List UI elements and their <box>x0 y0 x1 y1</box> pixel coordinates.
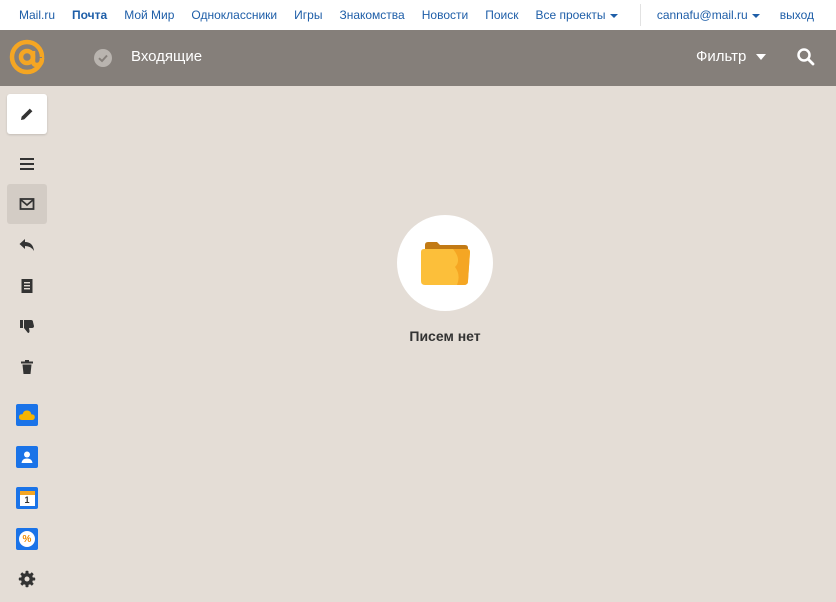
contacts-app-button[interactable] <box>7 437 47 477</box>
portal-user: cannafu@mail.ru выход <box>637 8 836 22</box>
contacts-icon <box>16 446 38 468</box>
menu-button[interactable] <box>7 144 47 184</box>
portal-links: Mail.ru Почта Мой Мир Одноклассники Игры… <box>0 8 635 22</box>
filter-dropdown[interactable]: Фильтр <box>696 48 767 65</box>
empty-state-text: Писем нет <box>409 328 481 344</box>
hamburger-icon <box>20 158 34 170</box>
filter-label: Фильтр <box>696 48 747 65</box>
user-email: cannafu@mail.ru <box>656 8 748 22</box>
chevron-down-icon <box>756 53 767 60</box>
mail-header: Входящие Фильтр <box>0 30 836 86</box>
calendar-app-button[interactable]: 1 <box>7 478 47 518</box>
portal-link-search[interactable]: Поиск <box>485 8 518 22</box>
chevron-down-icon <box>609 13 618 18</box>
portal-link-news[interactable]: Новости <box>422 8 468 22</box>
promo-symbol: % <box>22 533 32 545</box>
cloud-icon <box>16 404 38 426</box>
reply-icon <box>19 239 34 251</box>
trash-icon <box>21 360 33 374</box>
logout-link[interactable]: выход <box>780 8 814 22</box>
all-projects-dropdown[interactable]: Все проекты <box>535 8 618 22</box>
portal-link-games[interactable]: Игры <box>294 8 322 22</box>
calendar-day: 1 <box>24 494 30 505</box>
folder-icon <box>421 242 470 285</box>
thumbs-down-icon <box>20 320 34 333</box>
compose-button[interactable] <box>7 94 47 134</box>
portal-link-odnoklassniki[interactable]: Одноклассники <box>191 8 277 22</box>
all-projects-label: Все проекты <box>535 8 606 22</box>
portal-link-mail[interactable]: Почта <box>72 8 107 22</box>
sidebar-item-inbox[interactable] <box>7 184 47 224</box>
settings-button[interactable] <box>7 559 47 599</box>
folder-title: Входящие <box>131 48 203 65</box>
portal-link-dating[interactable]: Знакомства <box>339 8 404 22</box>
search-icon[interactable] <box>796 47 816 67</box>
sidebar-item-sent[interactable] <box>7 225 47 265</box>
sidebar-item-drafts[interactable] <box>7 266 47 306</box>
percent-icon: % <box>16 528 38 550</box>
empty-state-illustration <box>397 215 493 311</box>
envelope-icon <box>19 198 35 210</box>
calendar-icon: 1 <box>16 487 38 509</box>
portal-bar: Mail.ru Почта Мой Мир Одноклассники Игры… <box>0 0 836 30</box>
gear-icon <box>18 570 36 588</box>
document-icon <box>21 279 33 293</box>
cloud-app-button[interactable] <box>7 395 47 435</box>
portal-divider <box>640 4 641 26</box>
user-email-dropdown[interactable]: cannafu@mail.ru <box>657 8 760 22</box>
sidebar-item-trash[interactable] <box>7 347 47 387</box>
portal-link-my-world[interactable]: Мой Мир <box>124 8 174 22</box>
mailru-logo-icon[interactable] <box>8 38 46 76</box>
select-all-checkbox-icon[interactable] <box>94 49 112 67</box>
chevron-down-icon <box>751 13 760 18</box>
sidebar-item-spam[interactable] <box>7 306 47 346</box>
promo-app-button[interactable]: % <box>7 519 47 559</box>
pencil-icon <box>21 108 33 120</box>
portal-link-mailru[interactable]: Mail.ru <box>19 8 55 22</box>
